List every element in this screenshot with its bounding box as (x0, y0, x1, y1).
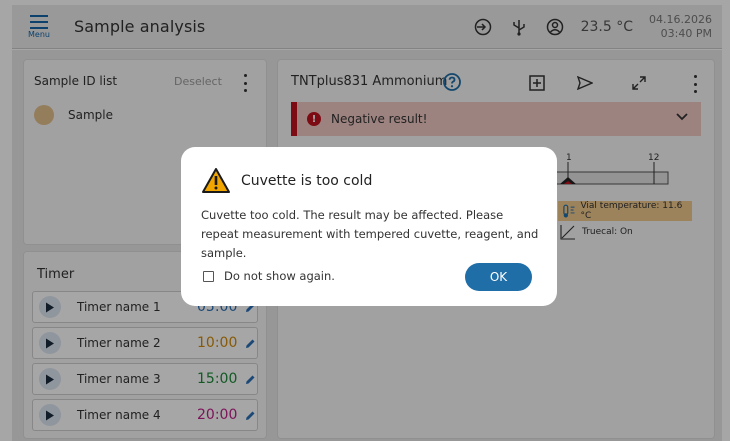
checkbox-box[interactable] (203, 270, 214, 282)
dialog-title: Cuvette is too cold (241, 173, 373, 189)
warning-icon (202, 168, 230, 193)
dialog-message: Cuvette too cold. The result may be affe… (201, 208, 539, 260)
do-not-show-checkbox[interactable]: Do not show again. (203, 269, 335, 283)
checkbox-label: Do not show again. (224, 269, 335, 283)
ok-button[interactable]: OK (465, 263, 532, 291)
cuvette-warning-dialog: Cuvette is too cold Cuvette too cold. Th… (181, 147, 557, 306)
